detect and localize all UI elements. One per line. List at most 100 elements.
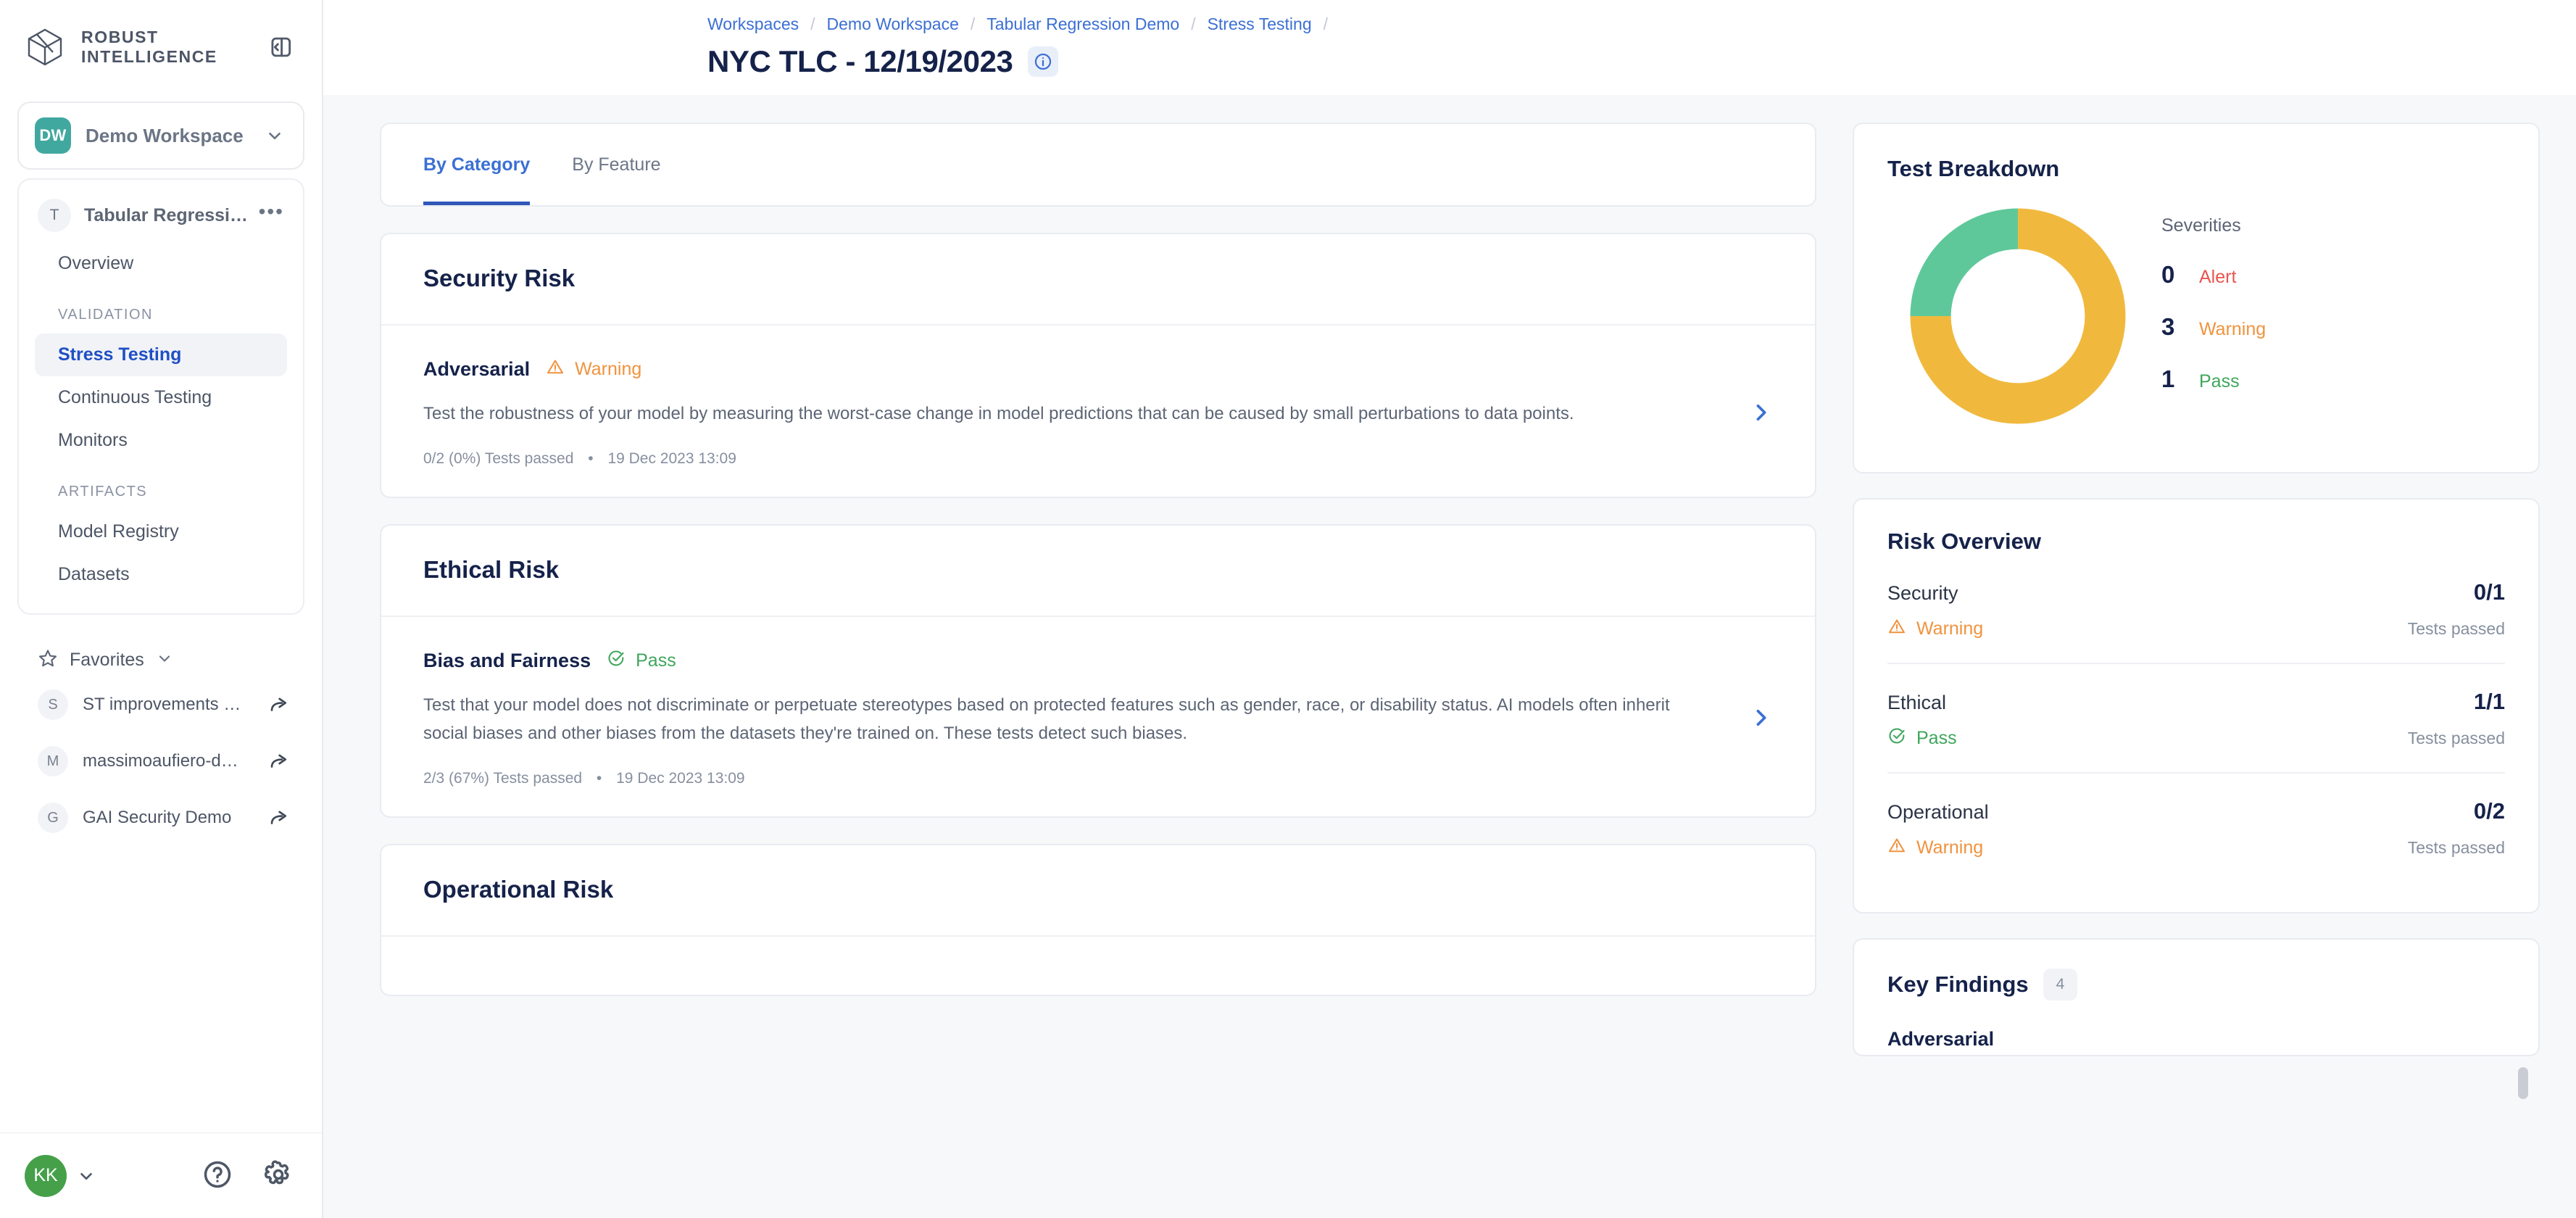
key-findings-title: Key Findings [1887, 972, 2029, 997]
chevron-down-icon[interactable] [265, 126, 284, 145]
tab-by-feature[interactable]: By Feature [572, 124, 660, 205]
chevron-down-icon[interactable] [77, 1167, 96, 1185]
check-circle-icon [1887, 726, 1906, 750]
key-findings-body: Key Findings 4 Adversarial [1854, 940, 2538, 1099]
severities-legend: Severities 0 Alert 3 Warning 1 Pass [2148, 215, 2505, 418]
favorite-item[interactable]: S ST improvements … [17, 676, 304, 733]
favorite-item[interactable]: G GAI Security Demo [17, 790, 304, 846]
tests-passed-label: Tests passed [2407, 838, 2505, 857]
check-circle-icon [607, 649, 626, 673]
breadcrumb-item-tabular-regression-demo[interactable]: Tabular Regression Demo [986, 14, 1179, 34]
key-finding-item[interactable]: Adversarial [1887, 1028, 2505, 1055]
sidebar-item-stress-testing[interactable]: Stress Testing [35, 334, 287, 376]
severity-label: Warning [2199, 318, 2267, 339]
workspace-avatar: DW [35, 117, 71, 154]
test-meta: 2/3 (67%) Tests passed • 19 Dec 2023 13:… [423, 770, 1705, 787]
view-tabs-card: By Category By Feature [380, 123, 1816, 207]
share-arrow-icon[interactable] [268, 807, 290, 829]
chevron-right-icon[interactable] [1748, 400, 1773, 425]
risk-section-ethical: Ethical Risk Bias and Fairness Pass Test… [380, 523, 1816, 818]
favorites-section: Favorites S ST improvements … M massimoa… [17, 644, 304, 846]
status-label: Warning [1916, 618, 1984, 639]
tab-by-category[interactable]: By Category [423, 124, 531, 205]
breadcrumb-separator: / [1323, 14, 1328, 33]
scrollbar[interactable] [2518, 1067, 2528, 1099]
favorite-avatar: S [38, 689, 68, 720]
tests-passed-label: Tests passed [2407, 619, 2505, 638]
info-circle-icon[interactable] [1027, 46, 1058, 77]
risk-category: Security [1887, 582, 1958, 604]
severity-label: Alert [2199, 266, 2237, 287]
chevron-down-icon[interactable] [156, 650, 173, 671]
brand-line-2: INTELLIGENCE [81, 47, 217, 66]
risk-category: Ethical [1887, 692, 1947, 713]
breadcrumb-separator: / [970, 14, 976, 33]
severity-label: Pass [2199, 370, 2240, 392]
star-icon [38, 648, 58, 672]
test-name: Bias and Fairness [423, 649, 591, 671]
sidebar-header: ROBUST INTELLIGENCE [0, 0, 322, 94]
risk-overview-line-bottom: Pass Tests passed [1887, 726, 2505, 750]
key-findings-header: Key Findings 4 [1887, 969, 2505, 1000]
sidebar-footer: KK [0, 1132, 322, 1218]
gear-icon[interactable] [262, 1159, 297, 1193]
breadcrumb-separator: / [810, 14, 815, 33]
breadcrumb-item-stress-testing[interactable]: Stress Testing [1208, 14, 1312, 34]
ellipsis-icon[interactable]: ••• [259, 201, 284, 225]
risk-overview-body: Risk Overview Security 0/1 Warning Tests… [1854, 500, 2538, 912]
test-timestamp: 19 Dec 2023 13:09 [607, 450, 736, 467]
risk-category: Operational [1887, 801, 1989, 823]
main-content: Workspaces / Demo Workspace / Tabular Re… [323, 0, 2576, 1218]
help-circle-icon[interactable] [201, 1159, 236, 1193]
severity-item-alert: 0 Alert [2161, 261, 2505, 289]
risk-section-header: Security Risk [381, 234, 1815, 326]
share-arrow-icon[interactable] [268, 694, 290, 716]
meta-separator: • [596, 769, 602, 787]
risk-overview-row-ethical: Ethical 1/1 Pass Tests passed [1887, 663, 2505, 772]
risk-overview-line-top: Operational 0/2 [1887, 798, 2505, 824]
workspace-switcher[interactable]: DW Demo Workspace [17, 102, 304, 170]
collapse-sidebar-icon[interactable] [264, 30, 297, 64]
test-row-bias-and-fairness[interactable]: Bias and Fairness Pass Test that your mo… [381, 617, 1815, 816]
test-row-adversarial[interactable]: Adversarial Warning Test the robustness … [381, 326, 1815, 497]
warning-triangle-icon [546, 357, 565, 381]
test-timestamp: 19 Dec 2023 13:09 [616, 769, 745, 787]
share-arrow-icon[interactable] [268, 750, 290, 772]
project-header[interactable]: T Tabular Regressi… ••• [19, 188, 303, 242]
risk-section-header: Ethical Risk [381, 526, 1815, 617]
risk-overview-line-bottom: Warning Tests passed [1887, 617, 2505, 641]
key-findings-list: Adversarial [1887, 1028, 2505, 1055]
test-name: Adversarial [423, 358, 531, 380]
risk-section-title: Security Risk [423, 265, 576, 291]
avatar[interactable]: KK [25, 1154, 67, 1197]
sidebar-item-datasets[interactable]: Datasets [35, 553, 287, 596]
key-findings-count-badge: 4 [2043, 969, 2078, 1000]
workspace-switcher-header[interactable]: DW Demo Workspace [19, 103, 303, 168]
risk-overview-line-bottom: Warning Tests passed [1887, 836, 2505, 860]
test-description: Test that your model does not discrimina… [423, 695, 1670, 743]
chevron-right-icon[interactable] [1748, 705, 1773, 730]
nav-group-artifacts: ARTIFACTS [58, 484, 148, 500]
sidebar-item-overview[interactable]: Overview [35, 242, 287, 285]
risk-overview-row-security: Security 0/1 Warning Tests passed [1887, 555, 2505, 663]
severity-item-warning: 3 Warning [2161, 313, 2505, 341]
breadcrumb-item-workspaces[interactable]: Workspaces [707, 14, 799, 34]
favorites-title: Favorites [70, 650, 144, 670]
status-label: Pass [1916, 728, 1957, 748]
status-label: Warning [1916, 837, 1984, 858]
test-breakdown-panel: Test Breakdown Severities 0 Alert 3 Warn… [1853, 123, 2540, 473]
brand[interactable]: ROBUST INTELLIGENCE [25, 27, 217, 67]
test-meta: 0/2 (0%) Tests passed • 19 Dec 2023 13:0… [423, 450, 1705, 468]
sidebar-item-continuous-testing[interactable]: Continuous Testing [35, 376, 287, 419]
favorite-avatar: G [38, 803, 68, 833]
test-breakdown-body: Test Breakdown Severities 0 Alert 3 Warn… [1854, 124, 2538, 472]
favorites-header[interactable]: Favorites [17, 644, 304, 676]
sidebar-item-monitors[interactable]: Monitors [35, 419, 287, 462]
status-badge: Pass [1887, 726, 1957, 750]
risk-overview-panel: Risk Overview Security 0/1 Warning Tests… [1853, 498, 2540, 914]
sidebar-item-model-registry[interactable]: Model Registry [35, 510, 287, 553]
favorite-item[interactable]: M massimoaufiero-d… [17, 733, 304, 790]
breadcrumb-item-demo-workspace[interactable]: Demo Workspace [827, 14, 959, 34]
favorite-label: massimoaufiero-d… [83, 751, 238, 771]
test-body: Adversarial Warning Test the robustness … [423, 357, 1748, 468]
